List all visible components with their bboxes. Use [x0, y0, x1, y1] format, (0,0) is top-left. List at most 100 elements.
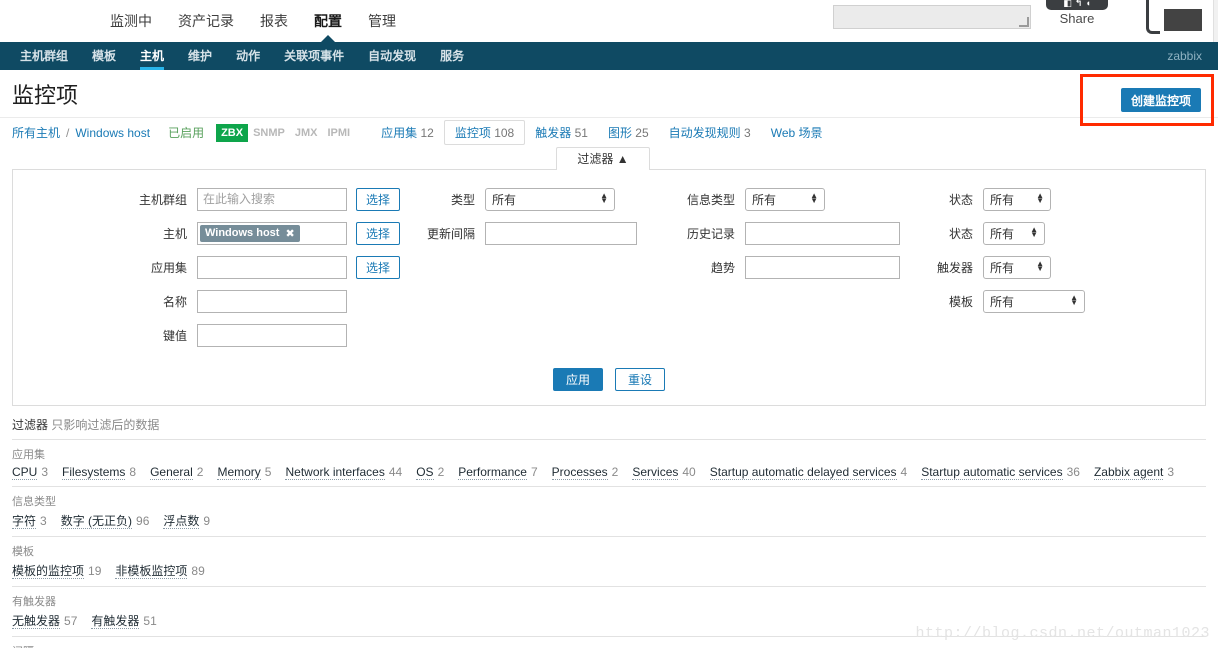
subfilter-item: Performance 7 — [458, 465, 538, 480]
subfilter-link[interactable]: OS — [416, 465, 434, 480]
type-label: 类型 — [450, 192, 475, 207]
menu-item-reports[interactable]: 报表 — [260, 0, 288, 42]
subnav-item-services[interactable]: 服务 — [428, 42, 476, 70]
subfilter-link[interactable]: Performance — [458, 465, 527, 480]
subfilter-item: 浮点数 9 — [163, 512, 210, 529]
tab-web-scenarios[interactable]: Web 场景 — [761, 121, 833, 144]
apply-button[interactable]: 应用 — [553, 368, 603, 391]
reset-button[interactable]: 重设 — [615, 368, 665, 391]
tab-graphs[interactable]: 图形 25 — [598, 121, 659, 144]
template-select[interactable]: 所有 ▲ ▼ — [983, 289, 1085, 313]
tab-applications[interactable]: 应用集 12 — [371, 121, 444, 144]
create-item-button[interactable]: 创建监控项 — [1121, 88, 1202, 112]
filter-tab-row: 过滤器 ▲ — [0, 147, 1218, 170]
subfilter-count: 4 — [900, 465, 908, 479]
appset-select-button[interactable]: 选择 — [356, 255, 400, 279]
valuetype-select[interactable]: 所有 ▲ ▼ — [745, 187, 825, 211]
subfilter-section-title: 信息类型 — [12, 496, 56, 508]
subfilter-link[interactable]: Network interfaces — [285, 465, 385, 480]
filter-row-history: 历史记录 — [663, 216, 913, 250]
subfilter-link[interactable]: 有触发器 — [91, 614, 140, 629]
subfilter-link[interactable]: CPU — [12, 465, 38, 480]
remove-icon[interactable]: ✖ — [285, 227, 294, 240]
appset-input[interactable] — [197, 255, 347, 279]
menu-item-inventory[interactable]: 资产记录 — [178, 0, 234, 42]
host-multiselect[interactable]: Windows host ✖ — [197, 221, 347, 245]
name-input[interactable] — [197, 289, 347, 313]
subfilter-count: 2 — [196, 465, 204, 479]
state-select[interactable]: 所有 ▲ ▼ — [983, 187, 1051, 211]
hostgroup-label: 主机群组 — [138, 192, 187, 207]
trigger-select[interactable]: 所有 ▲ ▼ — [983, 255, 1051, 279]
host-label: 主机 — [162, 226, 187, 241]
subfilter-link[interactable]: Startup automatic services — [921, 465, 1063, 480]
subfilter-count: 57 — [64, 614, 78, 628]
subfilter-link[interactable]: 非模板监控项 — [115, 564, 188, 579]
subnav-item-hostgroups[interactable]: 主机群组 — [8, 42, 80, 70]
subnav-item-actions[interactable]: 动作 — [224, 42, 272, 70]
filter-row-name: 名称 — [17, 284, 413, 318]
type-select[interactable]: 所有 ▲ ▼ — [485, 187, 615, 211]
page-header: 监控项 创建监控项 — [0, 70, 1218, 126]
tab-triggers[interactable]: 触发器 51 — [525, 121, 598, 144]
status-select[interactable]: 所有 ▲ ▼ — [983, 221, 1045, 245]
state-label: 状态 — [948, 192, 973, 207]
filter-row-status: 状态 所有 ▲ ▼ — [913, 216, 1173, 250]
trends-input[interactable] — [745, 255, 900, 279]
subfilter-link[interactable]: Services — [632, 465, 679, 480]
main-menu: 监测中 资产记录 报表 配置 管理 — [110, 0, 396, 42]
subfilter-item: CPU 3 — [12, 465, 49, 480]
breadcrumb-host[interactable]: Windows host — [75, 126, 150, 140]
template-label: 模板 — [948, 294, 973, 309]
history-input[interactable] — [745, 221, 900, 245]
subfilter-link[interactable]: Zabbix agent — [1093, 465, 1164, 480]
subfilter-count: 3 — [40, 514, 47, 528]
availability-ipmi: IPMI — [327, 126, 351, 139]
subfilter-link[interactable]: 数字 (无正负) — [60, 514, 133, 529]
subfilter-link[interactable]: 字符 — [12, 514, 37, 529]
subfilter-hint: 只影响过滤后的数据 — [51, 418, 160, 432]
subnav-item-templates[interactable]: 模板 — [80, 42, 128, 70]
subfilter-section-valuetypes: 信息类型 字符 3 数字 (无正负) 96 浮点数 9 — [12, 486, 1206, 536]
breadcrumb-all-hosts[interactable]: 所有主机 — [12, 124, 60, 141]
menu-item-monitoring[interactable]: 监测中 — [110, 0, 152, 42]
trigger-select-value: 所有 — [990, 260, 1015, 275]
subfilter-link[interactable]: Filesystems — [62, 465, 126, 480]
subnav-item-discovery[interactable]: 自动发现 — [356, 42, 428, 70]
tab-discovery-rules[interactable]: 自动发现规则 3 — [659, 121, 761, 144]
menu-item-administration[interactable]: 管理 — [368, 0, 396, 42]
subfilter-count: 2 — [437, 465, 445, 479]
filter-toggle-tab[interactable]: 过滤器 ▲ — [556, 147, 650, 170]
subfilter-count: 3 — [41, 465, 49, 479]
subfilter-link[interactable]: Startup automatic delayed services — [709, 465, 897, 480]
subfilter-link[interactable]: 浮点数 — [163, 514, 200, 529]
resize-grip-icon — [1019, 17, 1029, 27]
subfilter-link[interactable]: Memory — [217, 465, 261, 480]
subnav-item-maintenance[interactable]: 维护 — [176, 42, 224, 70]
subfilter-link[interactable]: Processes — [551, 465, 608, 480]
subfilter-count: 36 — [1066, 465, 1080, 479]
hostgroup-select-button[interactable]: 选择 — [356, 187, 400, 211]
subfilter-item: 数字 (无正负) 96 — [60, 512, 150, 529]
name-label: 名称 — [162, 294, 187, 309]
host-select-button[interactable]: 选择 — [356, 221, 400, 245]
subfilter-link[interactable]: 模板的监控项 — [12, 564, 85, 579]
global-search-input[interactable] — [833, 5, 1031, 29]
host-tag[interactable]: Windows host ✖ — [200, 224, 300, 242]
subnav-item-correlation[interactable]: 关联项事件 — [272, 42, 356, 70]
entity-tabs: 应用集 12 监控项 108 触发器 51 图形 25 自动发现规则 3 Web… — [371, 120, 832, 145]
subfilter-link[interactable]: General — [150, 465, 193, 480]
hostgroup-input[interactable] — [197, 187, 347, 211]
watermark: http://blog.csdn.net/outman1023 — [915, 625, 1210, 642]
subfilter-link[interactable]: 无触发器 — [12, 614, 61, 629]
subfilter-count: 96 — [136, 514, 150, 528]
tab-items[interactable]: 监控项 108 — [443, 120, 526, 145]
subfilter-item: General 2 — [150, 465, 204, 480]
interval-input[interactable] — [485, 221, 637, 245]
scrollbar-track[interactable] — [1213, 0, 1218, 42]
template-select-value: 所有 — [990, 294, 1015, 309]
share-chip[interactable]: ◧ ↰ ◖ — [1046, 0, 1108, 10]
subnav-item-hosts[interactable]: 主机 — [128, 42, 176, 70]
share-widget[interactable]: ◧ ↰ ◖ Share — [1046, 0, 1108, 26]
key-input[interactable] — [197, 323, 347, 347]
